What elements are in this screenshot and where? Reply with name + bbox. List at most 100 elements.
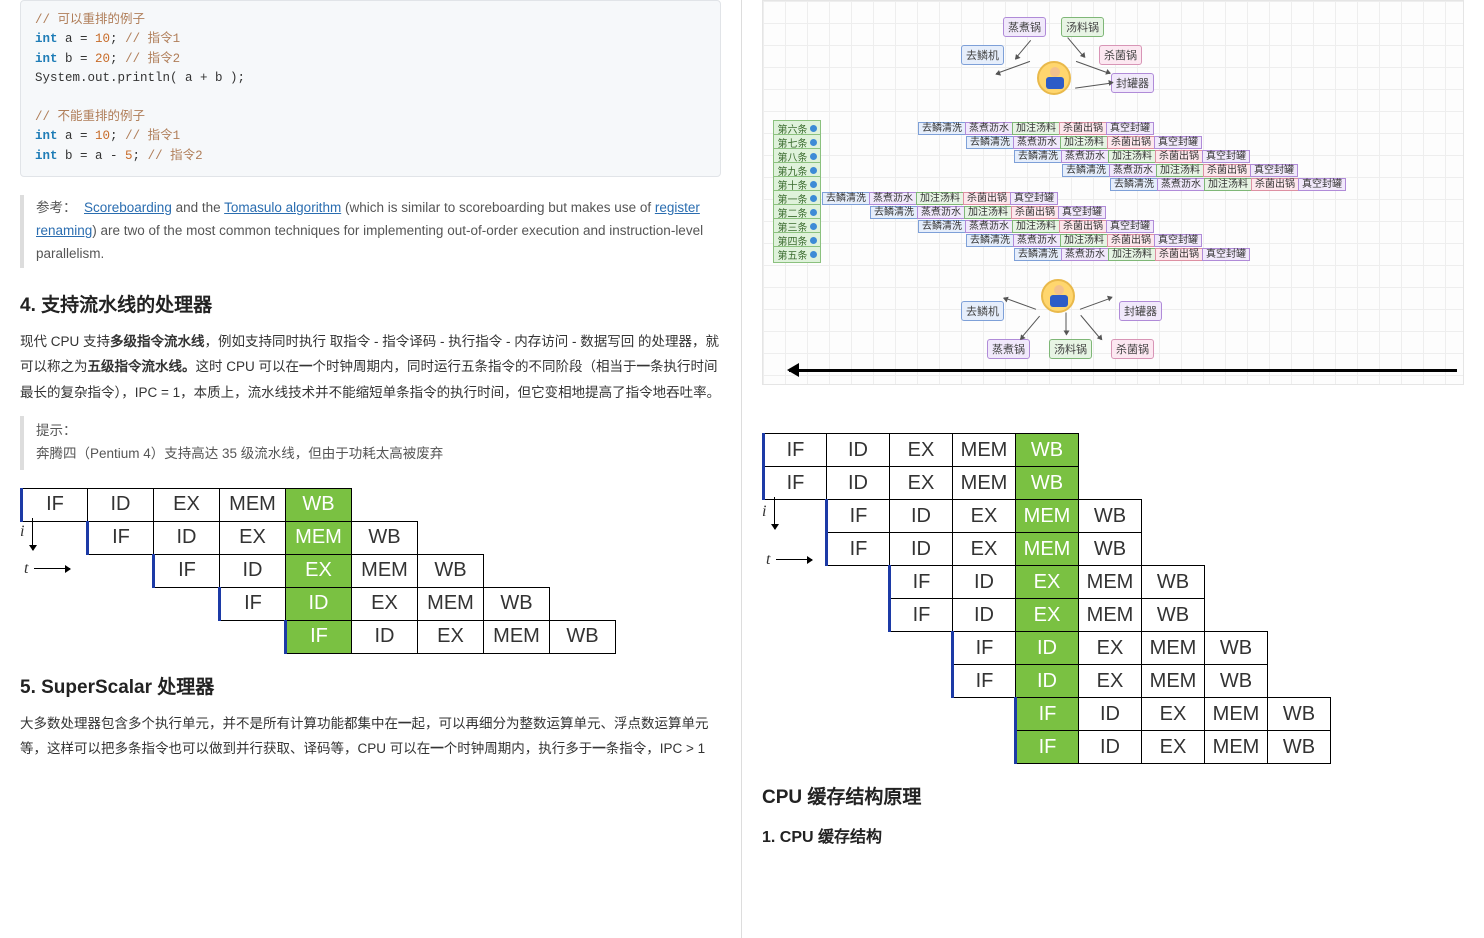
connector-line (1080, 297, 1112, 310)
code-comment: // 不能重排的例子 (35, 110, 145, 124)
gantt-cell: 去鳞清洗 (966, 136, 1014, 149)
pipe-cell-if: IF (953, 632, 1016, 665)
section-cache-title: CPU 缓存结构原理 (762, 782, 1464, 809)
pipe-cell-ex: EX (1016, 566, 1079, 599)
ref-prefix: 参考： (36, 200, 77, 215)
section-4-title: 4. 支持流水线的处理器 (20, 290, 721, 317)
axis-t-label: t (766, 551, 770, 569)
gantt-cell: 去鳞清洗 (1014, 248, 1062, 261)
gantt-cell: 加注汤料 (1204, 178, 1252, 191)
pipe-cell-id: ID (286, 587, 352, 620)
pipe-cell-ex: EX (352, 587, 418, 620)
pipe-cell-wb: WB (550, 620, 616, 653)
subsection-1-title: 1. CPU 缓存结构 (762, 823, 1464, 847)
gantt-cell: 真空封罐 (1058, 206, 1106, 219)
code-comment: // 指令2 (125, 52, 180, 66)
pipe-cell-id: ID (220, 554, 286, 587)
pipe-cell-mem: MEM (1016, 500, 1079, 533)
pipe-cell-if: IF (88, 521, 154, 554)
gantt-cell: 去鳞清洗 (1062, 164, 1110, 177)
pipe-cell-wb: WB (1079, 533, 1142, 566)
pipe-cell-ex: EX (953, 533, 1016, 566)
connector-line (1075, 82, 1113, 88)
pipe-cell-wb: WB (1079, 500, 1142, 533)
pipe-cell-id: ID (1079, 698, 1142, 731)
pipeline-diagram-1: i t IFIDEXMEMWBIFIDEXMEMWBIFIDEXMEMWBIFI… (20, 488, 721, 654)
gantt-cell: 真空封罐 (1106, 220, 1154, 233)
pipe-cell-id: ID (890, 533, 953, 566)
gantt-cell: 真空封罐 (1202, 150, 1250, 163)
gantt-cell: 蒸煮沥水 (1013, 136, 1061, 149)
pipe-cell-wb: WB (1205, 665, 1268, 698)
right-column: 蒸煮锅 汤料锅 去鳞机 杀菌锅 封罐器 第六条去鳞清洗蒸煮沥水加注汤料杀菌出锅真… (742, 0, 1484, 938)
gantt-cell: 杀菌出锅 (1155, 248, 1203, 261)
gantt-cell: 杀菌出锅 (963, 192, 1011, 205)
pipe-cell-id: ID (154, 521, 220, 554)
code-comment: // 可以重排的例子 (35, 13, 145, 27)
gantt-cell: 去鳞清洗 (918, 220, 966, 233)
pipe-cell-if: IF (220, 587, 286, 620)
code-example: // 可以重排的例子 int a = 10; // 指令1 int b = 20… (20, 0, 721, 177)
pipe-cell-mem: MEM (220, 488, 286, 521)
pipe-cell-ex: EX (286, 554, 352, 587)
pipe-cell-mem: MEM (953, 467, 1016, 500)
gantt-cell: 加注汤料 (1060, 234, 1108, 247)
gantt-cell: 蒸煮沥水 (869, 192, 917, 205)
pipe-cell-wb: WB (352, 521, 418, 554)
pipe-cell-id: ID (1016, 632, 1079, 665)
worker-icon (1041, 279, 1075, 313)
pipe-cell-wb: WB (1016, 467, 1079, 500)
hint-label: 提示： (36, 420, 721, 443)
pipeline-table-2: IFIDEXMEMWBIFIDEXMEMWBIFIDEXMEMWBIFIDEXM… (762, 433, 1395, 764)
pipe-cell-id: ID (953, 599, 1016, 632)
pipe-cell-mem: MEM (1016, 533, 1079, 566)
gantt-cell: 蒸煮沥水 (1157, 178, 1205, 191)
box-sterilizer-2: 杀菌锅 (1111, 339, 1154, 359)
pipe-cell-mem: MEM (286, 521, 352, 554)
axis-t-label: t (24, 560, 28, 578)
box-sterilizer: 杀菌锅 (1099, 45, 1142, 65)
pipe-cell-ex: EX (220, 521, 286, 554)
link-scoreboarding[interactable]: Scoreboarding (84, 200, 172, 215)
pipe-cell-ex: EX (953, 500, 1016, 533)
pipe-cell-id: ID (88, 488, 154, 521)
pipeline-table-1: IFIDEXMEMWBIFIDEXMEMWBIFIDEXMEMWBIFIDEXM… (20, 488, 616, 654)
pipe-cell-mem: MEM (1079, 566, 1142, 599)
axis-i-label: i (762, 503, 766, 521)
pipe-cell-if: IF (953, 665, 1016, 698)
pipe-cell-mem: MEM (1142, 665, 1205, 698)
timeline-arrow-icon (789, 369, 1457, 372)
gantt-cell: 加注汤料 (1108, 248, 1156, 261)
gantt-cell: 去鳞清洗 (822, 192, 870, 205)
pipe-cell-wb: WB (1016, 434, 1079, 467)
pipe-cell-wb: WB (1142, 566, 1205, 599)
gantt-cell: 加注汤料 (1012, 122, 1060, 135)
pipe-cell-ex: EX (1079, 632, 1142, 665)
pipe-cell-if: IF (890, 566, 953, 599)
arrow-right-icon (34, 568, 70, 569)
pipeline-diagram-2: i t IFIDEXMEMWBIFIDEXMEMWBIFIDEXMEMWBIFI… (762, 433, 1464, 764)
fish-processing-diagram: 蒸煮锅 汤料锅 去鳞机 杀菌锅 封罐器 第六条去鳞清洗蒸煮沥水加注汤料杀菌出锅真… (762, 0, 1464, 385)
pipe-cell-ex: EX (1016, 599, 1079, 632)
reference-quote: 参考： Scoreboarding and the Tomasulo algor… (20, 195, 721, 268)
gantt-chart: 第六条去鳞清洗蒸煮沥水加注汤料杀菌出锅真空封罐第七条去鳞清洗蒸煮沥水加注汤料杀菌… (773, 121, 1345, 261)
pipe-cell-wb: WB (1205, 632, 1268, 665)
gantt-cell: 杀菌出锅 (1059, 220, 1107, 233)
gantt-cell: 杀菌出锅 (1011, 206, 1059, 219)
gantt-cell: 加注汤料 (1012, 220, 1060, 233)
hint-block: 提示： 奔腾四（Pentium 4）支持高达 35 级流水线，但由于功耗太高被废… (20, 416, 721, 470)
link-tomasulo[interactable]: Tomasulo algorithm (224, 200, 341, 215)
worker-icon (1037, 61, 1071, 95)
pipe-cell-id: ID (1016, 665, 1079, 698)
pipe-cell-id: ID (1079, 731, 1142, 764)
section-5-paragraph: 大多数处理器包含多个执行单元，并不是所有计算功能都集中在一起，可以再细分为整数运… (20, 711, 721, 762)
arrow-down-icon (774, 497, 775, 529)
axis-i-label: i (20, 523, 24, 541)
pipe-cell-if: IF (154, 554, 220, 587)
box-sealer-2: 封罐器 (1119, 301, 1162, 321)
gantt-cell: 蒸煮沥水 (1109, 164, 1157, 177)
gantt-cell: 去鳞清洗 (966, 234, 1014, 247)
code-comment: // 指令1 (125, 129, 180, 143)
pipe-cell-if: IF (764, 434, 827, 467)
arrow-down-icon (32, 518, 33, 550)
